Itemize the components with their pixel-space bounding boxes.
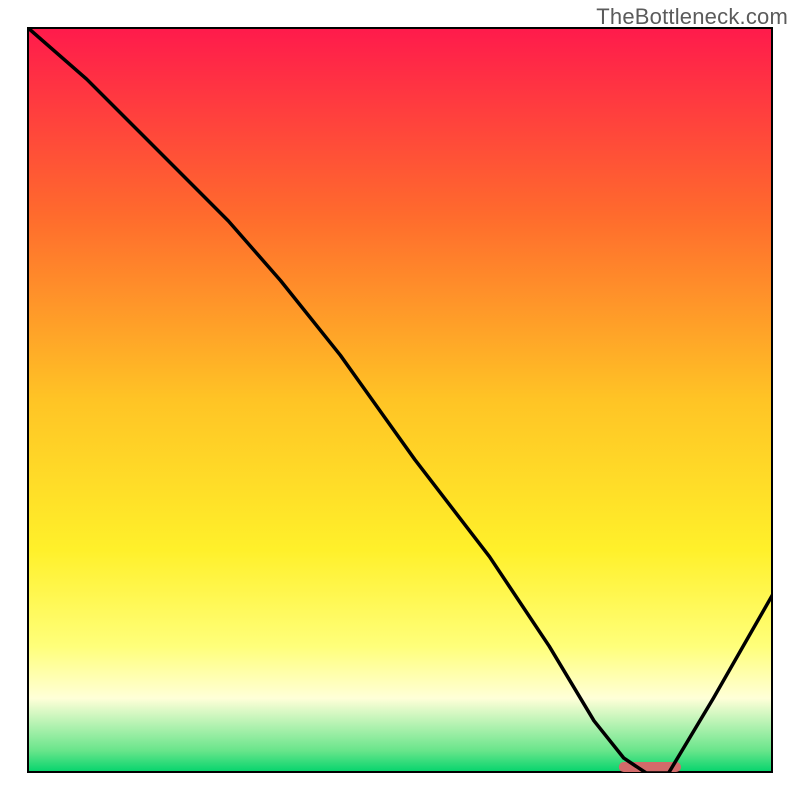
chart-svg bbox=[27, 27, 773, 773]
chart-area bbox=[27, 27, 773, 773]
watermark-text: TheBottleneck.com bbox=[596, 4, 788, 30]
gradient-background bbox=[27, 27, 773, 773]
